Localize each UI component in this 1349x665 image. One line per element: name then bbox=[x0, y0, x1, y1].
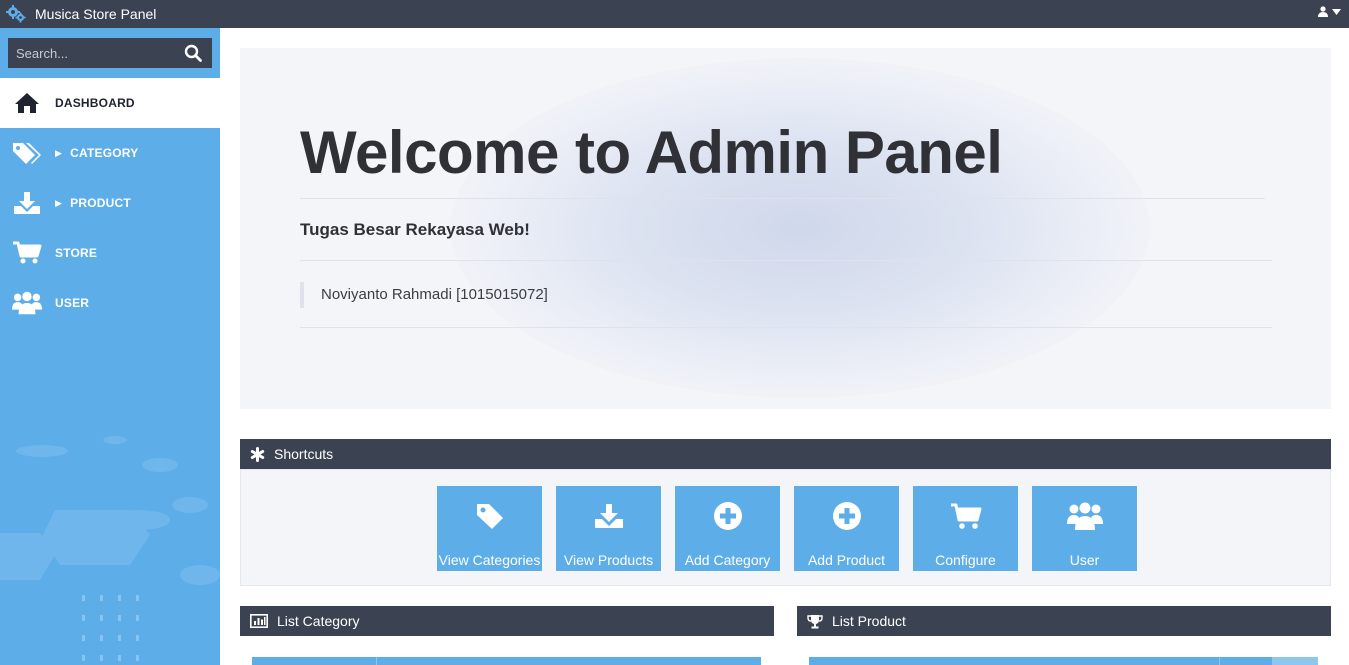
user-menu[interactable] bbox=[1318, 6, 1341, 17]
shortcuts-panel-body: View Categories View Products Add Catego… bbox=[240, 469, 1331, 586]
plus-circle-icon bbox=[713, 500, 743, 532]
column-separator bbox=[1219, 657, 1220, 665]
sidebar: DASHBOARD ▶ CATEGORY ▶ PRO bbox=[0, 28, 220, 665]
shortcut-add-product[interactable]: Add Product bbox=[794, 486, 899, 571]
page-subtitle: Tugas Besar Rekayasa Web! bbox=[300, 220, 530, 239]
shortcut-label: Add Product bbox=[807, 552, 886, 568]
shortcut-view-categories[interactable]: View Categories bbox=[437, 486, 542, 571]
sidebar-item-label: USER bbox=[55, 296, 90, 310]
shortcut-label: View Products bbox=[563, 552, 654, 568]
panel-title: List Category bbox=[277, 613, 360, 629]
shortcut-configure[interactable]: Configure bbox=[913, 486, 1018, 571]
shortcut-label: Configure bbox=[935, 552, 996, 568]
sidebar-item-store[interactable]: STORE bbox=[0, 228, 220, 278]
shortcut-tiles: View Categories View Products Add Catego… bbox=[437, 486, 1137, 571]
sidebar-item-label: STORE bbox=[55, 246, 98, 260]
plus-circle-icon bbox=[832, 500, 862, 532]
shortcut-add-category[interactable]: Add Category bbox=[675, 486, 780, 571]
page-title: Welcome to Admin Panel bbox=[300, 119, 1003, 186]
tags-icon bbox=[12, 140, 42, 166]
column-separator bbox=[376, 657, 377, 665]
shortcut-user[interactable]: User bbox=[1032, 486, 1137, 571]
sidebar-nav: DASHBOARD ▶ CATEGORY ▶ PRODUCT STORE USE… bbox=[0, 78, 220, 328]
users-icon bbox=[12, 290, 42, 316]
shortcut-label: Add Category bbox=[684, 552, 771, 568]
author-quote: Noviyanto Rahmadi [1015015072] bbox=[300, 282, 548, 308]
download-icon bbox=[594, 500, 624, 532]
gears-icon bbox=[6, 5, 26, 23]
divider bbox=[300, 198, 1265, 199]
download-icon bbox=[12, 190, 42, 216]
shortcuts-panel-header: Shortcuts bbox=[240, 439, 1331, 469]
panel-title: List Product bbox=[832, 613, 906, 629]
list-category-panel-header: List Category bbox=[240, 606, 774, 636]
divider bbox=[300, 260, 1272, 261]
cart-icon bbox=[950, 500, 982, 532]
panel-title: Shortcuts bbox=[274, 446, 334, 462]
users-icon bbox=[1066, 500, 1103, 532]
asterisk-icon bbox=[250, 446, 265, 462]
caret-right-icon: ▶ bbox=[55, 197, 63, 208]
sidebar-item-label: DASHBOARD bbox=[55, 96, 135, 110]
top-bar: Musica Store Panel bbox=[0, 0, 1349, 28]
app-title: Musica Store Panel bbox=[35, 6, 157, 22]
category-table-header bbox=[252, 657, 761, 665]
search-input[interactable] bbox=[14, 44, 178, 62]
sidebar-item-user[interactable]: USER bbox=[0, 278, 220, 328]
column-separator bbox=[1272, 657, 1318, 665]
shortcut-label: User bbox=[1069, 552, 1100, 568]
tag-icon bbox=[475, 500, 505, 532]
shortcut-label: View Categories bbox=[438, 552, 541, 568]
home-icon bbox=[12, 90, 42, 116]
sidebar-item-product[interactable]: ▶ PRODUCT bbox=[0, 178, 220, 228]
sidebar-item-dashboard[interactable]: DASHBOARD bbox=[0, 78, 220, 128]
product-table-header bbox=[809, 657, 1318, 665]
list-product-panel-header: List Product bbox=[797, 606, 1331, 636]
caret-right-icon: ▶ bbox=[55, 147, 63, 158]
caret-down-icon bbox=[1332, 8, 1341, 15]
trophy-icon bbox=[807, 614, 823, 629]
divider bbox=[300, 327, 1272, 328]
welcome-jumbotron: Welcome to Admin Panel Tugas Besar Rekay… bbox=[240, 48, 1331, 409]
sidebar-item-category[interactable]: ▶ CATEGORY bbox=[0, 128, 220, 178]
search-icon[interactable] bbox=[184, 44, 202, 62]
background-glow bbox=[450, 58, 1150, 398]
search-box bbox=[8, 38, 212, 68]
sidebar-item-label: CATEGORY bbox=[70, 146, 139, 160]
bar-chart-icon bbox=[250, 614, 268, 628]
sidebar-item-label: PRODUCT bbox=[70, 196, 131, 210]
cart-icon bbox=[12, 240, 42, 266]
sidebar-decoration bbox=[0, 436, 220, 661]
user-icon bbox=[1318, 6, 1328, 17]
shortcut-view-products[interactable]: View Products bbox=[556, 486, 661, 571]
